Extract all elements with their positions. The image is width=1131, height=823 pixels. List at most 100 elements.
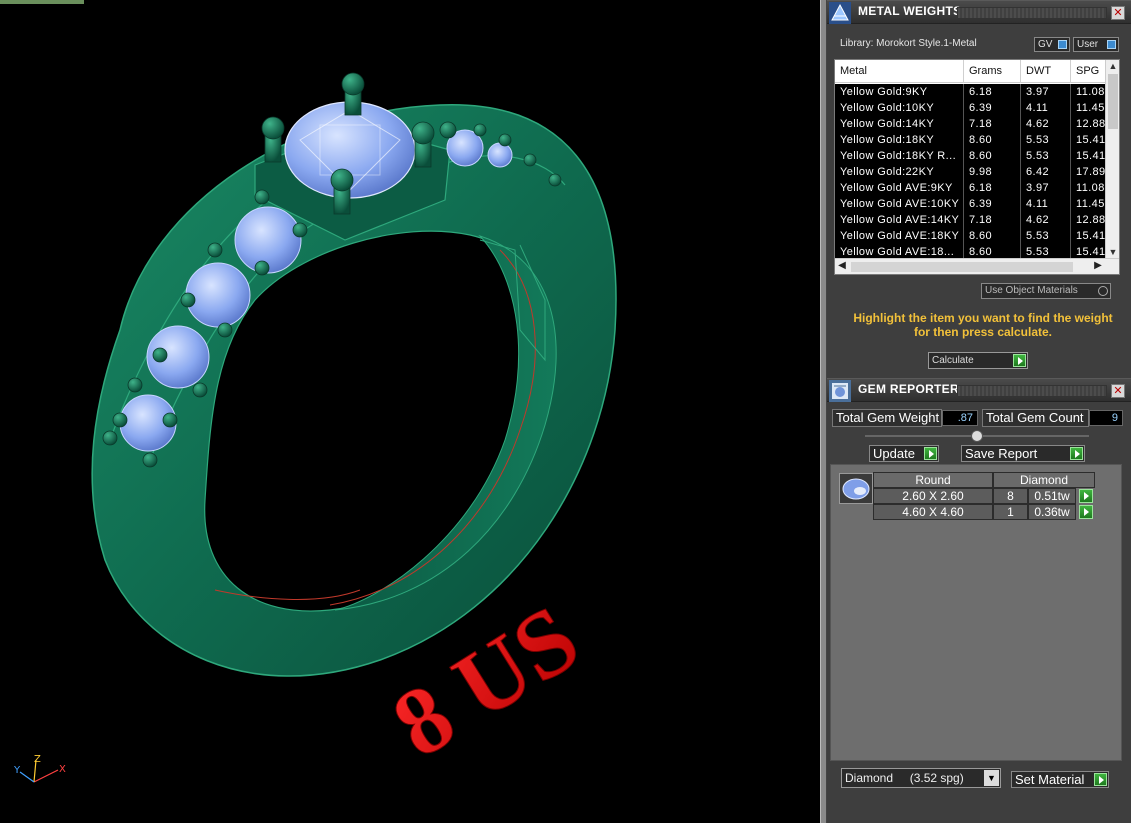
cell-metal: Yellow Gold:9KY [835,84,964,100]
cell-grams: 7.18 [964,116,1021,132]
title-grip[interactable] [957,385,1107,397]
calculate-button[interactable]: Calculate [928,352,1028,369]
gem-cell-count: 1 [993,504,1028,520]
gem-reporter-close-button[interactable]: ✕ [1111,384,1125,398]
material-select[interactable]: Diamond (3.52 spg) ▼ [841,768,1001,788]
title-grip[interactable] [957,7,1107,19]
table-row[interactable]: Yellow Gold AVE:18KY 8.60 5.53 15.41 [835,228,1111,244]
table-row[interactable]: Yellow Gold AVE:14KY 7.18 4.62 12.88 [835,212,1111,228]
cell-dwt: 5.53 [1021,132,1071,148]
side-panel: METAL WEIGHTS ✕ Library: Morokort Style.… [827,0,1131,823]
ring-render: 8 US X Z Y [13,72,617,783]
metal-weights-titlebar[interactable]: METAL WEIGHTS ✕ [827,0,1131,24]
calculate-hint: Highlight the item you want to find the … [853,311,1113,339]
metal-weights-title: METAL WEIGHTS [858,4,962,18]
cell-metal: Yellow Gold:10KY [835,100,964,116]
total-gem-count-value: 9 [1089,410,1123,426]
play-arrow-icon[interactable] [1079,489,1093,503]
update-button[interactable]: Update [869,445,939,462]
col-metal[interactable]: Metal [835,60,964,83]
cell-grams: 6.39 [964,100,1021,116]
gem-row[interactable]: 4.60 X 4.60 1 0.36tw [873,504,1095,520]
scroll-right-icon[interactable]: ▶ [1091,259,1105,273]
table-row[interactable]: Yellow Gold:9KY 6.18 3.97 11.08 [835,84,1111,100]
cell-dwt: 4.62 [1021,212,1071,228]
cell-metal: Yellow Gold AVE:18KY [835,228,964,244]
scroll-left-icon[interactable]: ◀ [835,259,849,273]
table-row[interactable]: Yellow Gold AVE:10KY 6.39 4.11 11.45 [835,196,1111,212]
play-arrow-icon [1013,354,1026,367]
cell-dwt: 5.53 [1021,228,1071,244]
metal-table-body: Yellow Gold:9KY 6.18 3.97 11.08 Yellow Gold:… [835,84,1111,260]
cell-dwt: 3.97 [1021,84,1071,100]
table-row[interactable]: Yellow Gold:18KY R... 8.60 5.53 15.41 [835,148,1111,164]
cell-grams: 6.18 [964,84,1021,100]
total-gem-weight-label: Total Gem Weight [832,409,942,427]
metal-table[interactable]: Metal Grams DWT SPG Yellow Gold:9KY 6.18 3… [834,59,1120,275]
cell-dwt: 6.42 [1021,164,1071,180]
metal-weights-icon [829,2,851,24]
cell-metal: Yellow Gold AVE:10KY [835,196,964,212]
scroll-thumb[interactable] [1108,74,1118,129]
gem-cell-weight: 0.51tw [1028,488,1076,504]
gem-table-header: Round Diamond [873,472,1095,488]
metal-weights-close-button[interactable]: ✕ [1111,6,1125,20]
gv-toggle[interactable]: GV [1034,37,1070,52]
set-material-button[interactable]: Set Material [1011,771,1109,788]
svg-text:Z: Z [34,754,41,765]
cell-grams: 8.60 [964,132,1021,148]
cell-dwt: 4.11 [1021,100,1071,116]
gem-report-area: Round Diamond 2.60 X 2.60 8 0.51tw 4.60 X 4… [830,464,1122,761]
table-row[interactable]: Yellow Gold:10KY 6.39 4.11 11.45 [835,100,1111,116]
gem-table-body: 2.60 X 2.60 8 0.51tw 4.60 X 4.60 1 0.36tw [873,488,1095,520]
use-object-materials-toggle[interactable]: Use Object Materials [981,283,1111,299]
cell-metal: Yellow Gold AVE:14KY [835,212,964,228]
save-report-button[interactable]: Save Report [961,445,1085,462]
total-gem-weight-value: .87 [942,410,978,426]
gem-cell-size: 2.60 X 2.60 [873,488,993,504]
table-row[interactable]: Yellow Gold:18KY 8.60 5.53 15.41 [835,132,1111,148]
svg-text:X: X [59,764,66,775]
play-arrow-icon [1070,447,1083,460]
metal-table-hscroll[interactable]: ◀ ▶ [835,258,1119,274]
play-arrow-icon[interactable] [1079,505,1093,519]
user-toggle[interactable]: User [1073,37,1119,52]
hscroll-thumb[interactable] [851,262,1073,272]
round-gem-icon[interactable] [839,473,873,504]
cell-metal: Yellow Gold:18KY [835,132,964,148]
gem-cell-count: 8 [993,488,1028,504]
metal-table-header: Metal Grams DWT SPG [835,60,1111,83]
cell-grams: 6.39 [964,196,1021,212]
cell-grams: 9.98 [964,164,1021,180]
gem-reporter-titlebar[interactable]: GEM REPORTER ✕ [827,378,1131,402]
table-row[interactable]: Yellow Gold:22KY 9.98 6.42 17.89 [835,164,1111,180]
gem-table: Round Diamond 2.60 X 2.60 8 0.51tw 4.60 X 4… [873,472,1095,520]
gem-cell-size: 4.60 X 4.60 [873,504,993,520]
gem-cell-weight: 0.36tw [1028,504,1076,520]
panel-slider-knob[interactable] [971,430,983,442]
cell-grams: 7.18 [964,212,1021,228]
cell-grams: 8.60 [964,228,1021,244]
panel-splitter[interactable] [820,0,827,823]
svg-text:Y: Y [13,765,21,776]
gem-material-header: Diamond [993,472,1095,488]
table-row[interactable]: Yellow Gold AVE:9KY 6.18 3.97 11.08 [835,180,1111,196]
col-dwt[interactable]: DWT [1021,60,1071,83]
metal-table-vscroll[interactable]: ▲ ▼ [1105,60,1119,260]
table-row[interactable]: Yellow Gold:14KY 7.18 4.62 12.88 [835,116,1111,132]
cell-metal: Yellow Gold:18KY R... [835,148,964,164]
3d-viewport[interactable]: 8 US X Z Y [0,0,820,823]
cell-grams: 6.18 [964,180,1021,196]
gem-row[interactable]: 2.60 X 2.60 8 0.51tw [873,488,1095,504]
col-grams[interactable]: Grams [964,60,1021,83]
library-label: Library: Morokort Style.1-Metal [840,38,977,49]
cell-metal: Yellow Gold AVE:9KY [835,180,964,196]
toggle-circle-icon [1098,286,1108,296]
chevron-down-icon[interactable]: ▼ [984,770,999,786]
total-gem-count-label: Total Gem Count [982,409,1089,427]
cell-dwt: 5.53 [1021,148,1071,164]
cell-metal: Yellow Gold:14KY [835,116,964,132]
cell-metal: Yellow Gold:22KY [835,164,964,180]
cell-dwt: 4.11 [1021,196,1071,212]
scroll-up-icon[interactable]: ▲ [1106,60,1119,73]
